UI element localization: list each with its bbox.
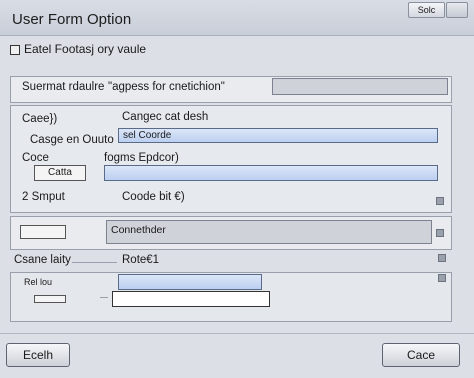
row4-scroll-icon[interactable] <box>436 197 444 205</box>
section-3-connector <box>100 297 108 298</box>
section-3-label: Csane laity <box>14 254 71 266</box>
right-footer-button[interactable]: Cace <box>382 343 460 367</box>
section-3-sub-label: Rel lou <box>24 277 53 287</box>
section-1-description: "agpess for cnetichion" <box>108 81 225 93</box>
section-2-scroll-icon[interactable] <box>436 229 444 237</box>
section-2-field[interactable]: Connethder <box>106 220 432 244</box>
row3-label: Coce <box>22 152 49 164</box>
row4-label: 2 Smput <box>22 191 65 203</box>
row2-input[interactable]: sel Coorde <box>118 128 438 143</box>
header-checkbox-icon <box>10 44 20 55</box>
section-3-input-top[interactable] <box>118 274 262 290</box>
row1-label: Caee}) <box>22 113 58 125</box>
section-2-small-box[interactable] <box>20 225 66 239</box>
form-panel <box>10 105 452 213</box>
section-3-panel-scroll-icon[interactable] <box>438 274 446 282</box>
row3-small-box[interactable]: Catta <box>34 165 86 181</box>
close-button[interactable] <box>446 2 468 18</box>
footer-divider <box>0 333 474 334</box>
row3-input[interactable] <box>104 165 438 181</box>
section-3-scroll-icon[interactable] <box>438 254 446 262</box>
section-1-label: Suermat rdaulre <box>22 81 105 93</box>
left-footer-button[interactable]: Ecelh <box>6 343 70 367</box>
row3-right-label: fogms Epdcor) <box>104 152 179 164</box>
header-label: Eatel Footasj ory vaule <box>24 42 147 56</box>
section-1-field[interactable] <box>272 78 448 95</box>
row2-label: Casge en Ouuto <box>30 134 114 146</box>
window-title-button[interactable]: Solc <box>408 2 445 18</box>
window-title: User Form Option <box>12 11 132 28</box>
section-3-divider <box>72 262 117 263</box>
form-header: Eatel Footasj ory vaule <box>10 42 146 56</box>
title-bar: User Form Option Solc <box>0 0 474 36</box>
section-3-right-label: Rote€1 <box>122 254 160 266</box>
section-3-input-bottom[interactable] <box>112 291 270 307</box>
row4-right-label: Coode bit €) <box>122 191 185 203</box>
row1-right-label: Cangec cat desh <box>122 111 209 123</box>
section-3-small-box[interactable] <box>34 295 66 303</box>
